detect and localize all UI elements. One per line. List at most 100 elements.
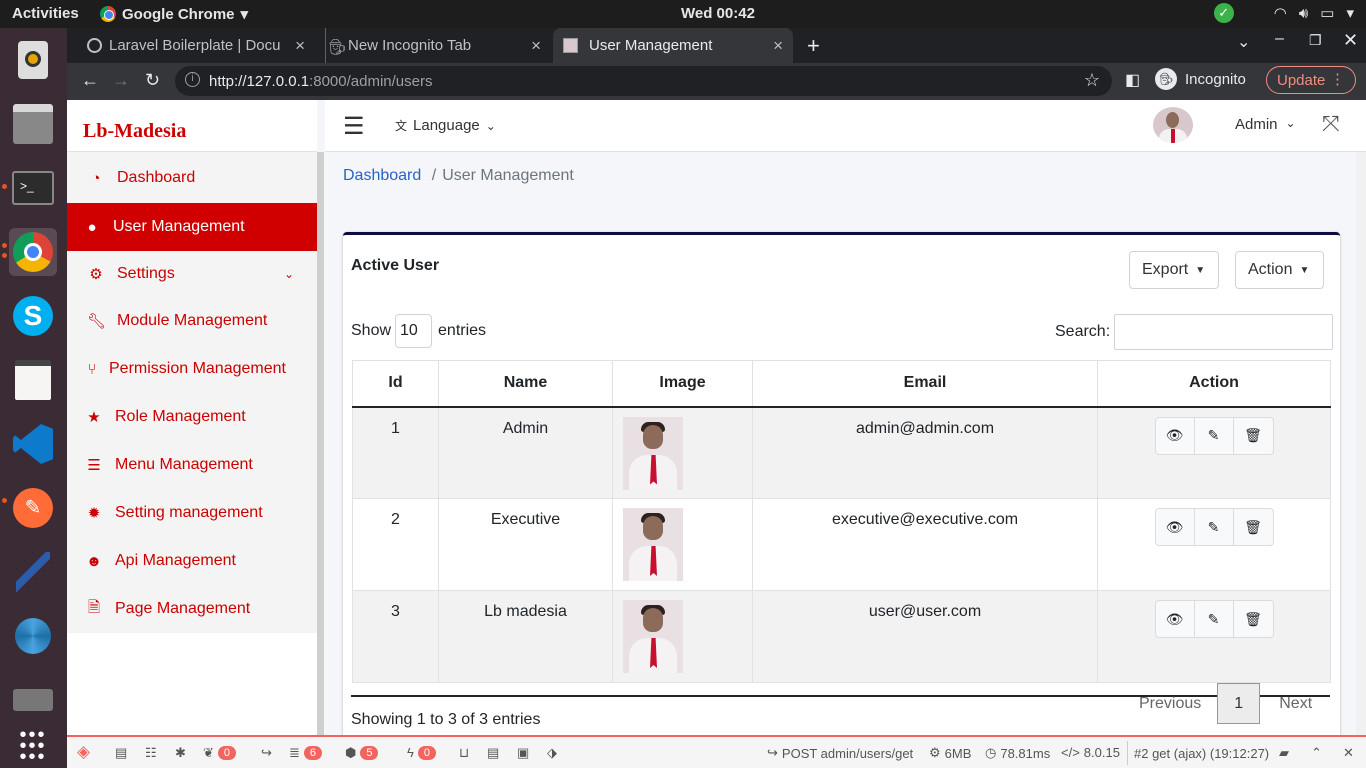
- sidebar-item-module-management[interactable]: 🔧︎ Module Management: [67, 297, 317, 345]
- sidebar-item-page-management[interactable]: 🗎︎ Page Management: [67, 585, 317, 633]
- delete-icon[interactable]: 🗑︎: [1234, 509, 1273, 545]
- timeline-icon[interactable]: ☷: [145, 745, 157, 761]
- sidebar-item-menu-management[interactable]: ☰ Menu Management: [67, 441, 317, 489]
- close-tab-icon[interactable]: ×: [773, 36, 783, 56]
- app-menu[interactable]: Google Chrome ▾: [100, 5, 248, 23]
- share-icon[interactable]: ↪: [261, 745, 272, 761]
- clock[interactable]: Wed 00:42: [681, 5, 755, 22]
- page-scrollbar[interactable]: [1356, 152, 1366, 735]
- tab-laravel-docs[interactable]: Laravel Boilerplate | Docu ×: [87, 28, 315, 63]
- volume-icon[interactable]: 🔊︎: [1299, 5, 1308, 22]
- close-tab-icon[interactable]: ×: [531, 36, 541, 56]
- view-icon[interactable]: 👁︎: [1156, 509, 1195, 545]
- update-indicator-icon[interactable]: ✓: [1213, 3, 1234, 23]
- activities-button[interactable]: Activities: [12, 5, 79, 22]
- view-icon[interactable]: 👁︎: [1156, 601, 1195, 637]
- sidebar-scrollbar[interactable]: [317, 152, 324, 735]
- bug-icon[interactable]: ✱: [175, 745, 186, 761]
- power-menu-icon[interactable]: ▾: [1346, 4, 1354, 22]
- hamburger-menu-icon[interactable]: ☰: [343, 112, 365, 141]
- user-avatar[interactable]: [1153, 107, 1193, 143]
- address-bar[interactable]: i http://127.0.0.1:8000/admin/users ☆: [175, 66, 1112, 96]
- export-button[interactable]: Export ▼: [1129, 251, 1219, 289]
- chevron-up-icon[interactable]: ⌃: [1311, 745, 1322, 761]
- php-info[interactable]: </> 8.0.15: [1061, 745, 1120, 760]
- views-tab[interactable]: ❦ 0: [203, 745, 237, 761]
- side-panel-icon[interactable]: ◧: [1125, 70, 1140, 90]
- sidebar-item-dashboard[interactable]: ◔ Dashboard: [67, 154, 317, 202]
- update-button[interactable]: Update ⋮: [1266, 66, 1356, 94]
- terminal-icon[interactable]: >_: [9, 164, 57, 212]
- fullscreen-icon[interactable]: ⤧: [1322, 111, 1340, 137]
- events-tab[interactable]: ϟ0: [407, 745, 437, 760]
- time-info[interactable]: ◷ 78.81ms: [985, 745, 1050, 761]
- vscode-icon[interactable]: [9, 420, 57, 468]
- tab-search-icon[interactable]: ⌄: [1237, 32, 1250, 52]
- column-header-name[interactable]: Name: [438, 360, 613, 408]
- tab-user-management[interactable]: User Management ×: [553, 28, 793, 63]
- close-tab-icon[interactable]: ×: [295, 36, 305, 56]
- incognito-indicator[interactable]: 🕵︎ Incognito: [1155, 68, 1246, 90]
- file-cabinet-icon[interactable]: [9, 100, 57, 148]
- info-icon[interactable]: i: [185, 72, 200, 87]
- memory-info[interactable]: ⚙ 6MB: [929, 745, 971, 761]
- entries-select[interactable]: 10: [395, 314, 433, 348]
- edit-icon[interactable]: ✎: [1195, 601, 1234, 637]
- sidebar-item-user-management[interactable]: ● User Management: [67, 203, 317, 251]
- list-icon[interactable]: ▤: [487, 745, 499, 761]
- reload-icon[interactable]: ↻: [145, 70, 160, 91]
- chrome-dock-icon[interactable]: [9, 228, 57, 276]
- models-tab[interactable]: ⬢ 5: [345, 745, 379, 761]
- sidebar-item-setting-management[interactable]: ✹ Setting management: [67, 489, 317, 537]
- disk-icon[interactable]: [9, 676, 57, 724]
- sidebar-item-permission-management[interactable]: ⑂ Permission Management: [67, 345, 317, 393]
- sidebar-item-role-management[interactable]: ★ Role Management: [67, 393, 317, 441]
- new-tab-icon[interactable]: +: [807, 33, 820, 59]
- close-debugbar-icon[interactable]: ✕: [1343, 745, 1354, 761]
- maximize-icon[interactable]: ❐: [1309, 32, 1322, 49]
- delete-icon[interactable]: 🗑︎: [1234, 601, 1273, 637]
- window-close-icon[interactable]: ✕: [1343, 30, 1358, 51]
- language-dropdown[interactable]: 文 Language ⌄: [395, 117, 496, 134]
- inbox-icon[interactable]: ⊔: [459, 745, 469, 761]
- messages-icon[interactable]: ▤: [115, 745, 127, 761]
- text-editor-icon[interactable]: [9, 356, 57, 404]
- delete-icon[interactable]: 🗑︎: [1234, 418, 1273, 454]
- folder-open-icon[interactable]: ▰: [1279, 745, 1289, 761]
- breadcrumb-dashboard-link[interactable]: Dashboard: [343, 167, 421, 184]
- postman-icon[interactable]: ✎: [9, 484, 57, 532]
- database-tab[interactable]: ≣ 6: [289, 745, 323, 761]
- rhythmbox-icon[interactable]: [9, 36, 57, 84]
- page-1-button[interactable]: 1: [1217, 683, 1261, 724]
- request-select[interactable]: #2 get (ajax) (19:12:27): [1127, 741, 1269, 765]
- wifi-icon[interactable]: ◠: [1274, 4, 1287, 22]
- user-dropdown[interactable]: Admin ⌄: [1235, 116, 1296, 133]
- laravel-logo-icon[interactable]: ◈: [77, 742, 90, 762]
- bookmark-star-icon[interactable]: ☆: [1084, 70, 1100, 91]
- tab-new-incognito[interactable]: 🕵︎ New Incognito Tab ×: [325, 28, 551, 63]
- previous-page-button[interactable]: Previous: [1123, 685, 1217, 723]
- edit-icon[interactable]: ✎: [1195, 509, 1234, 545]
- sidebar-item-settings[interactable]: ⚙ Settings ⌄: [67, 250, 317, 298]
- route-info[interactable]: ↪ POST admin/users/get: [767, 745, 913, 761]
- search-input[interactable]: [1114, 314, 1334, 350]
- column-header-image[interactable]: Image: [612, 360, 753, 408]
- battery-icon[interactable]: ▭: [1320, 4, 1334, 22]
- kebab-menu-icon[interactable]: ⋮: [1330, 70, 1345, 88]
- show-apps-icon[interactable]: ••• ••• •••: [9, 722, 57, 770]
- paint-icon[interactable]: [9, 548, 57, 596]
- skype-icon[interactable]: S: [9, 292, 57, 340]
- tags-icon[interactable]: ⬗: [547, 745, 557, 761]
- edit-icon[interactable]: ✎: [1195, 417, 1234, 454]
- next-page-button[interactable]: Next: [1260, 685, 1331, 723]
- back-icon[interactable]: ←: [81, 70, 99, 91]
- view-icon[interactable]: 👁︎: [1156, 417, 1195, 454]
- column-header-action[interactable]: Action: [1097, 360, 1331, 408]
- archive-icon[interactable]: ▣: [517, 745, 529, 761]
- sidebar-item-api-management[interactable]: ☻ Api Management: [67, 537, 317, 585]
- shutter-icon[interactable]: [9, 612, 57, 660]
- minimize-icon[interactable]: –: [1275, 30, 1284, 48]
- column-header-email[interactable]: Email: [752, 360, 1098, 408]
- brand-logo[interactable]: Lb-Madesia: [67, 100, 317, 152]
- column-header-id[interactable]: Id: [352, 360, 439, 408]
